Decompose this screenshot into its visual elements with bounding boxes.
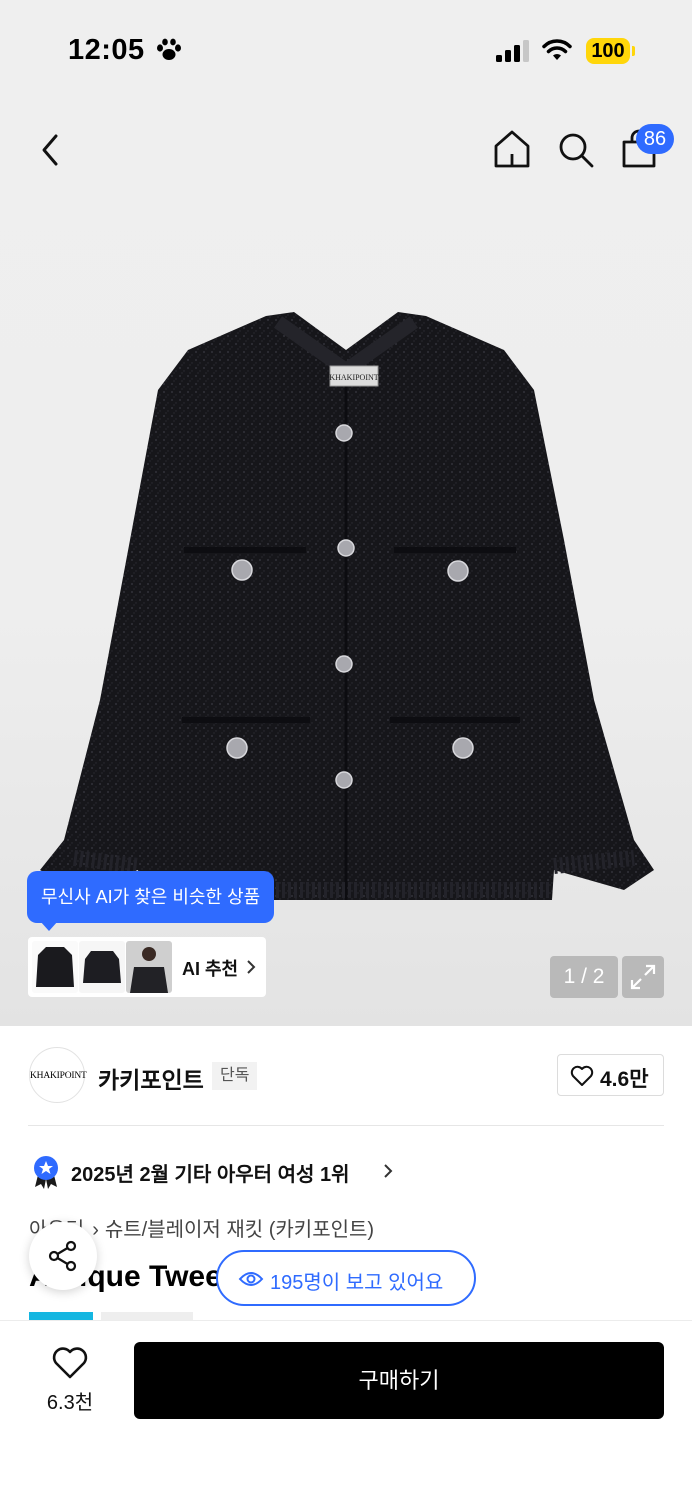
status-time: 12:05 [68, 34, 145, 66]
product-image: KHAKIPOINT [40, 312, 654, 900]
expand-icon [630, 964, 656, 990]
eye-icon [238, 1272, 264, 1286]
brand-logo[interactable]: KHAKIPOINT [29, 1047, 87, 1103]
image-page-counter: 1 / 2 [550, 956, 618, 998]
back-icon[interactable] [36, 130, 64, 170]
ai-thumbnail[interactable] [126, 941, 172, 993]
heart-icon [570, 1065, 594, 1086]
ai-recommend-label: AI 추천 [182, 959, 239, 979]
ai-tooltip-tail [40, 921, 58, 931]
battery-indicator: 100 [586, 38, 630, 64]
ranking-text[interactable]: 2025년 2월 기타 아우터 여성 1위 [71, 1158, 350, 1187]
chevron-right-icon [247, 960, 256, 974]
search-icon[interactable] [556, 130, 596, 170]
share-icon [48, 1240, 77, 1272]
breadcrumb-subcategory[interactable]: 슈트/블레이저 재킷 (카키포인트) [105, 1219, 374, 1241]
share-button[interactable] [29, 1222, 97, 1290]
buy-button[interactable]: 구매하기 [134, 1342, 664, 1419]
brand-like-button[interactable]: 4.6만 [557, 1054, 664, 1096]
heart-icon [52, 1347, 88, 1379]
exclusive-tag: 단독 [212, 1062, 258, 1090]
divider [28, 1125, 664, 1126]
home-icon[interactable] [492, 128, 532, 170]
jacket-label-text: KHAKIPOINT [329, 373, 378, 382]
paw-icon [157, 38, 181, 60]
ai-recommend-strip[interactable]: AI 추천 [28, 937, 266, 997]
ai-thumbnail[interactable] [79, 941, 125, 993]
brand-like-count: 4.6만 [600, 1068, 649, 1091]
cart-count-badge: 86 [636, 124, 674, 154]
wifi-icon [542, 39, 572, 60]
ai-similar-tooltip[interactable]: 무신사 AI가 찾은 비슷한 상품 [27, 871, 275, 923]
wishlist-count: 6.3천 [46, 1392, 94, 1414]
battery-cap [632, 46, 635, 56]
product-badge [29, 1312, 93, 1320]
viewers-text: 195명이 보고 있어요 [270, 1272, 444, 1294]
viewers-count-pill: 195명이 보고 있어요 [216, 1250, 476, 1306]
ranking-badge-icon [34, 1156, 58, 1189]
brand-name[interactable]: 카키포인트 [98, 1061, 204, 1095]
product-badges [29, 1312, 193, 1320]
expand-image-button[interactable] [622, 956, 664, 998]
chevron-right-icon [384, 1164, 393, 1178]
product-badge [101, 1312, 193, 1320]
ai-thumbnail[interactable] [32, 941, 78, 993]
status-bar: 12:05 100 [0, 0, 692, 100]
chevron-right-icon: › [92, 1219, 99, 1241]
wishlist-button[interactable]: 6.3천 [30, 1344, 110, 1414]
signal-icon [496, 40, 529, 62]
